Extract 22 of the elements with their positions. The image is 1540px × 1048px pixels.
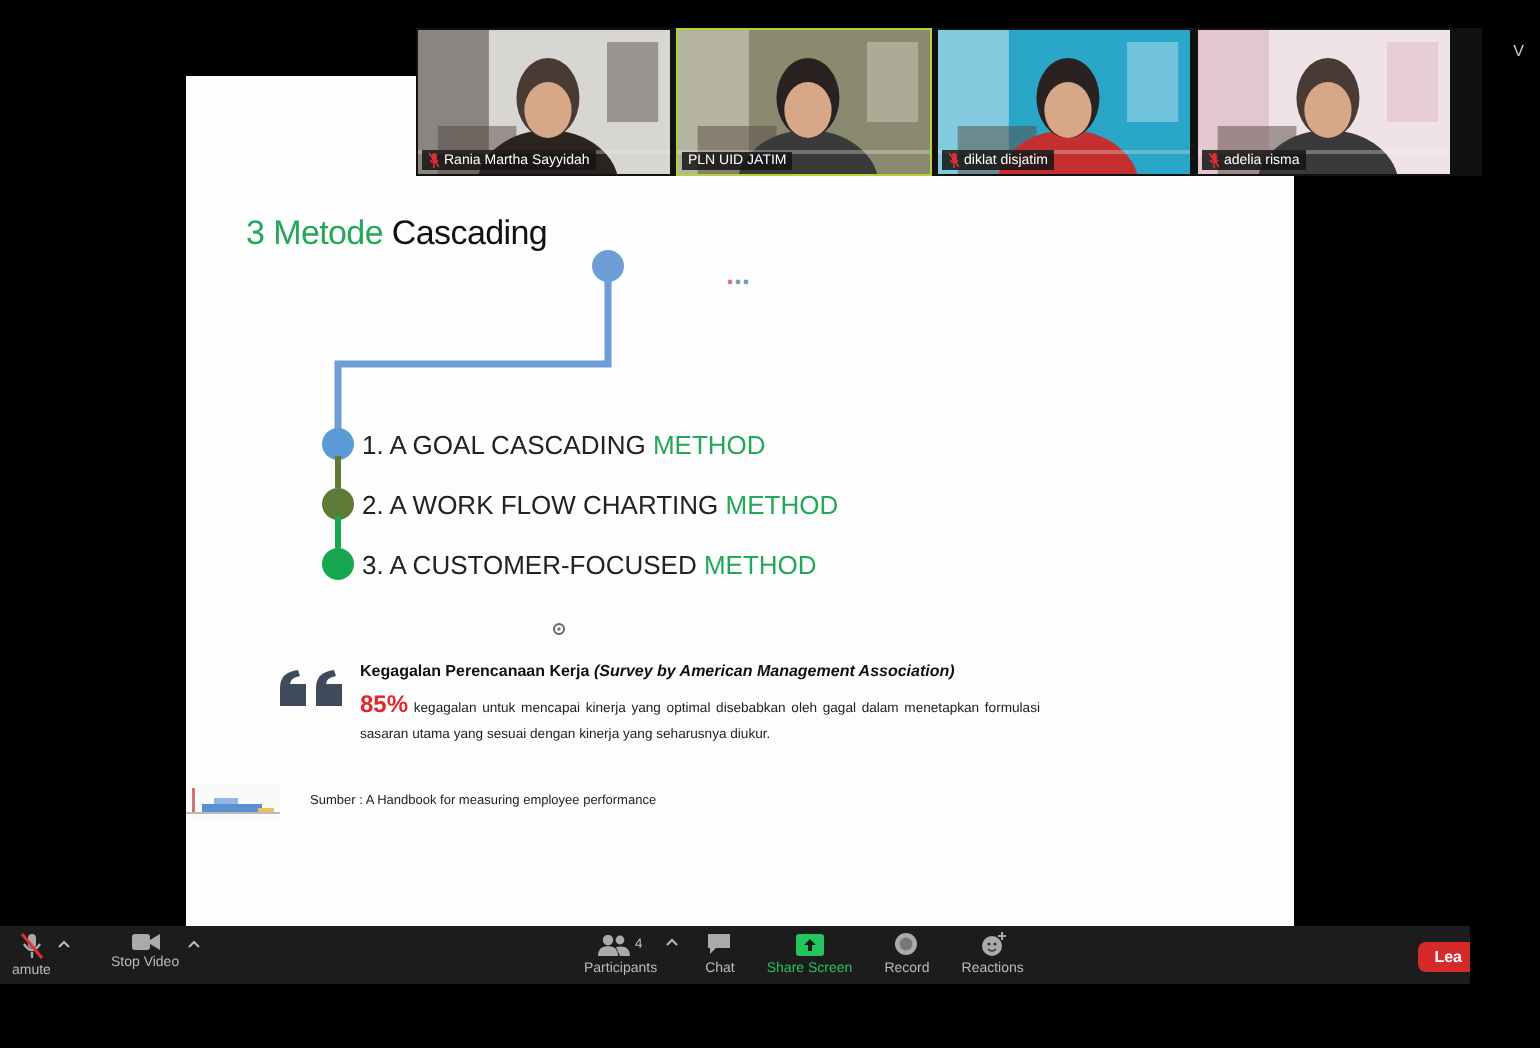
corner-label: V — [1513, 42, 1524, 60]
quote-icon — [280, 670, 344, 706]
caret-icon[interactable] — [58, 940, 71, 948]
method-item: 2. A WORK FLOW CHARTING METHOD — [362, 488, 839, 522]
cursor-icon — [552, 622, 566, 636]
node-dot — [592, 250, 624, 282]
caret-icon[interactable] — [187, 940, 200, 948]
chat-icon — [706, 932, 733, 956]
slide-title: 3 Metode Cascading — [246, 212, 550, 256]
connector-line — [335, 456, 341, 488]
smiley-icon — [979, 931, 1006, 957]
leave-button[interactable]: Lea — [1418, 942, 1470, 972]
record-icon — [894, 932, 919, 956]
share-screen-icon — [795, 933, 824, 955]
connector-line — [335, 516, 341, 548]
caret-icon[interactable] — [665, 938, 678, 946]
quote-heading: Kegagalan Perencanaan Kerja (Survey by American Management Association) — [360, 662, 955, 680]
people-icon — [598, 933, 631, 955]
dots-icon — [726, 278, 750, 286]
method-item: 1. A GOAL CASCADING METHOD — [362, 428, 768, 462]
method-item: 3. A CUSTOMER-FOCUSED METHOD — [362, 548, 819, 582]
camera-icon — [131, 932, 160, 952]
